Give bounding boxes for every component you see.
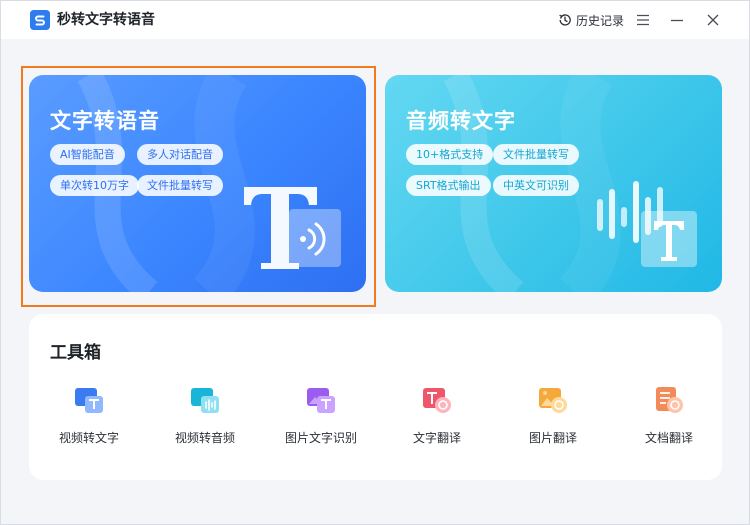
tool-label: 图片文字识别 — [284, 431, 357, 445]
document-translate-icon — [656, 387, 683, 413]
app-title: 秒转文字转语音 — [57, 12, 155, 28]
tts-feature-chip: 文件批量转写 — [137, 175, 223, 196]
image-ocr-icon — [307, 388, 335, 413]
menu-icon — [637, 14, 649, 26]
tool-label: 文字翻译 — [412, 431, 461, 445]
tts-feature-chip: 多人对话配音 — [137, 144, 223, 165]
app-window: 秒转文字转语音 历史记录 文字转语音 AI智能配音 多人对话配音 单次转10万字… — [0, 0, 750, 525]
tts-card-title: 文字转语音 — [50, 109, 160, 133]
toolbox-panel: 工具箱 视频转文字 视频转音频 图片文字识别 文字翻译 图片翻译 文档翻译 — [29, 314, 722, 480]
text-speech-illustration-icon — [244, 187, 341, 269]
tts-feature-chip: 单次转10万字 — [50, 175, 139, 196]
stt-feature-chip: 文件批量转写 — [493, 144, 579, 165]
close-button[interactable] — [703, 10, 723, 30]
video-to-audio-icon — [191, 388, 219, 413]
stt-feature-chip: 中英文可识别 — [493, 175, 579, 196]
tool-text-translate[interactable]: 文字翻译 — [379, 384, 495, 450]
stt-feature-chip: SRT格式输出 — [406, 175, 491, 196]
video-to-text-icon — [75, 388, 103, 413]
tool-video-to-audio[interactable]: 视频转音频 — [147, 384, 263, 450]
minimize-button[interactable] — [667, 10, 687, 30]
tool-video-to-text[interactable]: 视频转文字 — [31, 384, 147, 450]
tool-label: 视频转音频 — [174, 431, 235, 445]
stt-feature-chip: 10+格式支持 — [406, 144, 494, 165]
text-to-speech-card[interactable]: 文字转语音 AI智能配音 多人对话配音 单次转10万字 文件批量转写 — [29, 75, 366, 292]
stt-card-title: 音频转文字 — [406, 109, 516, 133]
audio-text-illustration-icon — [597, 181, 697, 267]
tool-image-ocr[interactable]: 图片文字识别 — [263, 384, 379, 450]
tool-document-translate[interactable]: 文档翻译 — [611, 384, 727, 450]
speech-to-text-card[interactable]: 音频转文字 10+格式支持 文件批量转写 SRT格式输出 中英文可识别 — [385, 75, 722, 292]
text-translate-icon — [423, 388, 451, 413]
tool-label: 视频转文字 — [58, 431, 119, 445]
tool-image-translate[interactable]: 图片翻译 — [495, 384, 611, 450]
close-icon — [707, 14, 719, 26]
history-clock-icon — [559, 14, 571, 26]
title-bar: 秒转文字转语音 历史记录 — [1, 1, 749, 39]
history-button[interactable]: 历史记录 — [558, 11, 624, 29]
menu-button[interactable] — [633, 10, 653, 30]
tool-label: 图片翻译 — [528, 431, 577, 445]
image-translate-icon — [539, 388, 567, 413]
toolbox-title: 工具箱 — [50, 343, 101, 363]
tts-feature-chip: AI智能配音 — [50, 144, 125, 165]
history-label: 历史记录 — [576, 13, 625, 28]
tool-label: 文档翻译 — [644, 431, 693, 445]
minimize-icon — [671, 19, 683, 22]
app-logo-icon — [30, 10, 50, 30]
